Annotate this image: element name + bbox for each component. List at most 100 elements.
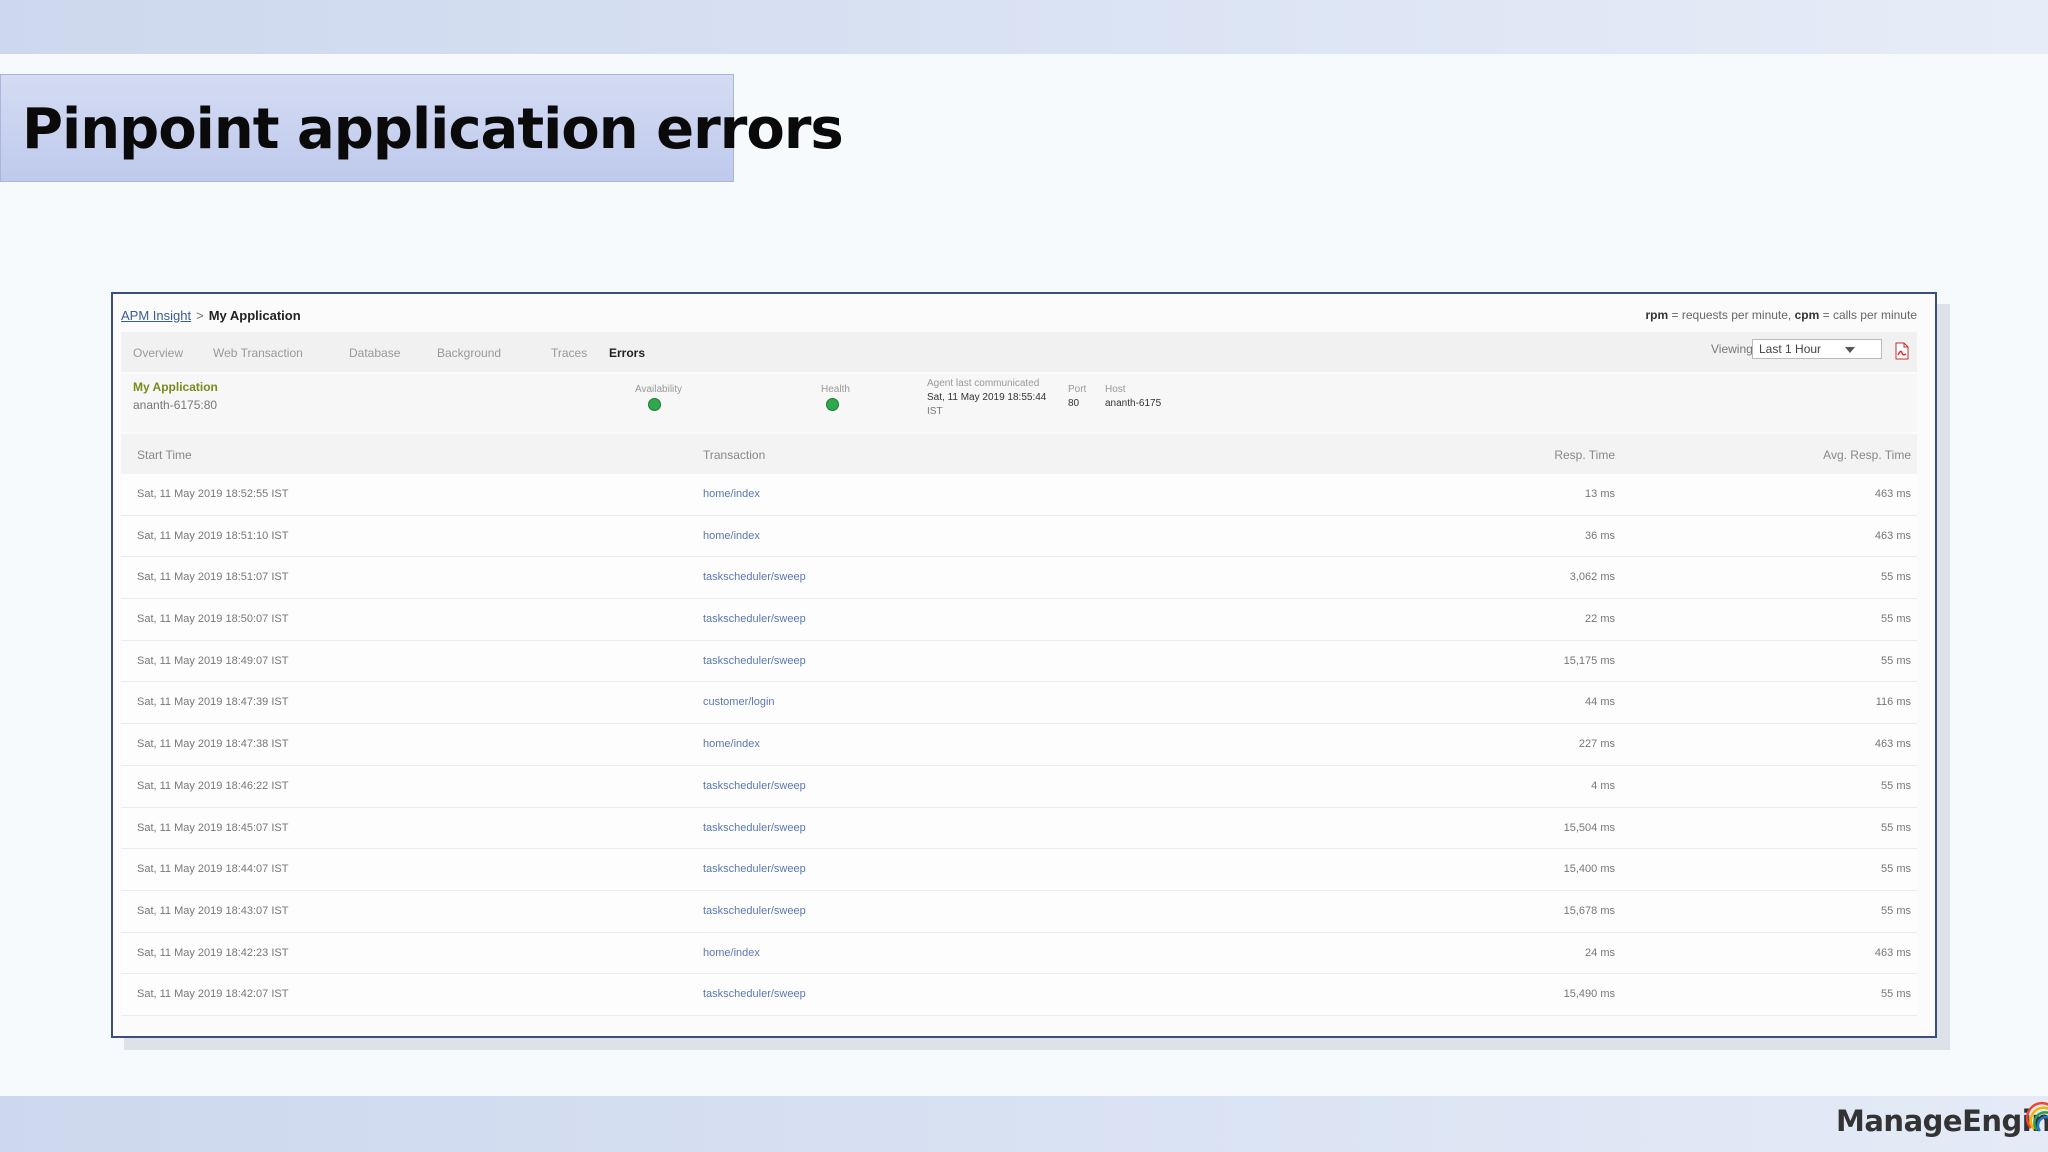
row-transaction-link[interactable]: customer/login bbox=[703, 696, 775, 708]
row-resp-time: 24 ms bbox=[1585, 946, 1615, 959]
legend-cpm-text: = calls per minute bbox=[1819, 308, 1917, 322]
chevron-down-icon bbox=[1845, 347, 1855, 353]
availability-label: Availability bbox=[635, 384, 683, 395]
tab-database[interactable]: Database bbox=[349, 346, 400, 360]
row-start-time: Sat, 11 May 2019 18:44:07 IST bbox=[137, 863, 289, 876]
table-row[interactable]: Sat, 11 May 2019 18:42:23 IST home/index 2… bbox=[121, 932, 1917, 975]
row-avg-resp-time: 55 ms bbox=[1881, 779, 1911, 792]
breadcrumb-root-link[interactable]: APM Insight bbox=[121, 308, 191, 323]
row-avg-resp-time: 55 ms bbox=[1881, 571, 1911, 584]
row-start-time: Sat, 11 May 2019 18:47:38 IST bbox=[137, 738, 289, 751]
breadcrumb-separator: > bbox=[196, 308, 204, 323]
apm-screenshot: APM Insight > My Application rpm = request… bbox=[111, 292, 1937, 1038]
row-start-time: Sat, 11 May 2019 18:43:07 IST bbox=[137, 904, 289, 917]
row-transaction-link[interactable]: home/index bbox=[703, 488, 760, 500]
tab-web-transaction[interactable]: Web Transaction bbox=[213, 346, 303, 360]
row-transaction-link[interactable]: taskscheduler/sweep bbox=[703, 905, 806, 917]
row-avg-resp-time: 55 ms bbox=[1881, 654, 1911, 667]
top-band bbox=[0, 0, 2048, 54]
table-row[interactable]: Sat, 11 May 2019 18:51:10 IST home/index 3… bbox=[121, 515, 1917, 558]
time-range-value: Last 1 Hour bbox=[1759, 342, 1822, 356]
row-start-time: Sat, 11 May 2019 18:46:22 IST bbox=[137, 779, 289, 792]
table-row[interactable]: Sat, 11 May 2019 18:49:07 IST taskschedul… bbox=[121, 640, 1917, 683]
table-row[interactable]: Sat, 11 May 2019 18:42:07 IST taskschedul… bbox=[121, 974, 1917, 1016]
column-avg-resp-time[interactable]: Avg. Resp. Time bbox=[1823, 448, 1911, 462]
bottom-band bbox=[0, 1096, 2048, 1152]
row-avg-resp-time: 463 ms bbox=[1874, 946, 1911, 959]
health-label: Health bbox=[821, 384, 850, 395]
row-avg-resp-time: 55 ms bbox=[1881, 863, 1911, 876]
errors-table-body: Sat, 11 May 2019 18:52:55 IST home/index 1… bbox=[121, 474, 1917, 1016]
table-row[interactable]: Sat, 11 May 2019 18:45:07 IST taskschedul… bbox=[121, 807, 1917, 850]
table-row[interactable]: Sat, 11 May 2019 18:47:38 IST home/index 2… bbox=[121, 724, 1917, 766]
agent-last-communicated-tz: IST bbox=[927, 406, 943, 417]
application-host-port: ananth-6175:80 bbox=[133, 398, 218, 412]
row-transaction-link[interactable]: taskscheduler/sweep bbox=[703, 780, 806, 792]
row-resp-time: 15,504 ms bbox=[1563, 821, 1615, 834]
row-avg-resp-time: 55 ms bbox=[1881, 904, 1911, 917]
row-resp-time: 15,400 ms bbox=[1563, 863, 1615, 876]
row-resp-time: 44 ms bbox=[1585, 696, 1615, 709]
row-resp-time: 15,175 ms bbox=[1563, 654, 1615, 667]
row-resp-time: 22 ms bbox=[1585, 613, 1615, 626]
host-label: Host bbox=[1105, 384, 1126, 395]
row-start-time: Sat, 11 May 2019 18:45:07 IST bbox=[137, 821, 289, 834]
row-transaction-link[interactable]: taskscheduler/sweep bbox=[703, 571, 806, 583]
brand-arc-icon bbox=[2025, 1101, 2048, 1132]
table-row[interactable]: Sat, 11 May 2019 18:44:07 IST taskschedul… bbox=[121, 849, 1917, 891]
row-transaction-link[interactable]: taskscheduler/sweep bbox=[703, 613, 806, 625]
column-transaction[interactable]: Transaction bbox=[703, 448, 765, 462]
row-avg-resp-time: 55 ms bbox=[1881, 988, 1911, 1001]
row-resp-time: 15,490 ms bbox=[1563, 988, 1615, 1001]
breadcrumb-current: My Application bbox=[208, 308, 301, 323]
port-value: 80 bbox=[1068, 398, 1080, 409]
row-avg-resp-time: 463 ms bbox=[1874, 738, 1911, 751]
row-avg-resp-time: 55 ms bbox=[1881, 821, 1911, 834]
rpm-cpm-legend: rpm = requests per minute, cpm = calls p… bbox=[1646, 308, 1917, 322]
table-row[interactable]: Sat, 11 May 2019 18:43:07 IST taskschedul… bbox=[121, 890, 1917, 933]
table-row[interactable]: Sat, 11 May 2019 18:47:39 IST customer/lo… bbox=[121, 682, 1917, 725]
tab-traces[interactable]: Traces bbox=[551, 346, 587, 360]
row-resp-time: 13 ms bbox=[1585, 488, 1615, 500]
row-transaction-link[interactable]: home/index bbox=[703, 530, 760, 542]
row-resp-time: 36 ms bbox=[1585, 529, 1615, 542]
row-start-time: Sat, 11 May 2019 18:42:07 IST bbox=[137, 988, 289, 1001]
table-row[interactable]: Sat, 11 May 2019 18:50:07 IST taskschedul… bbox=[121, 599, 1917, 641]
row-avg-resp-time: 463 ms bbox=[1874, 488, 1911, 500]
column-start-time[interactable]: Start Time bbox=[137, 448, 192, 462]
row-start-time: Sat, 11 May 2019 18:42:23 IST bbox=[137, 946, 289, 959]
row-start-time: Sat, 11 May 2019 18:51:07 IST bbox=[137, 571, 289, 584]
tab-background[interactable]: Background bbox=[437, 346, 501, 360]
slide-title-box: Pinpoint application errors bbox=[0, 74, 844, 182]
row-avg-resp-time: 463 ms bbox=[1874, 529, 1911, 542]
tab-errors[interactable]: Errors bbox=[609, 346, 645, 360]
legend-rpm-key: rpm bbox=[1645, 308, 1669, 322]
row-resp-time: 15,678 ms bbox=[1563, 904, 1615, 917]
pdf-export-icon[interactable] bbox=[1895, 342, 1909, 360]
row-transaction-link[interactable]: home/index bbox=[703, 947, 760, 959]
row-transaction-link[interactable]: taskscheduler/sweep bbox=[703, 655, 806, 667]
row-transaction-link[interactable]: taskscheduler/sweep bbox=[703, 822, 806, 834]
agent-last-communicated-label: Agent last communicated bbox=[927, 378, 1040, 389]
row-resp-time: 4 ms bbox=[1591, 779, 1615, 792]
row-start-time: Sat, 11 May 2019 18:52:55 IST bbox=[137, 488, 289, 500]
port-label: Port bbox=[1068, 384, 1087, 395]
row-start-time: Sat, 11 May 2019 18:50:07 IST bbox=[137, 613, 289, 626]
health-status-icon bbox=[826, 398, 839, 411]
row-avg-resp-time: 55 ms bbox=[1881, 613, 1911, 626]
row-transaction-link[interactable]: taskscheduler/sweep bbox=[703, 863, 806, 875]
time-range-select[interactable]: Last 1 Hour bbox=[1752, 339, 1882, 359]
brand-name: ManageEngine bbox=[1836, 1104, 2048, 1138]
manageengine-logo: ManageEngine bbox=[1836, 1101, 2048, 1144]
tab-overview[interactable]: Overview bbox=[133, 346, 183, 360]
row-transaction-link[interactable]: taskscheduler/sweep bbox=[703, 988, 806, 1000]
application-name: My Application bbox=[133, 380, 218, 394]
table-row[interactable]: Sat, 11 May 2019 18:52:55 IST home/index 1… bbox=[121, 474, 1917, 516]
table-row[interactable]: Sat, 11 May 2019 18:46:22 IST taskschedul… bbox=[121, 765, 1917, 808]
row-transaction-link[interactable]: home/index bbox=[703, 738, 760, 750]
legend-cpm-key: cpm bbox=[1794, 308, 1820, 322]
table-row[interactable]: Sat, 11 May 2019 18:51:07 IST taskschedul… bbox=[121, 557, 1917, 600]
agent-last-communicated-value: Sat, 11 May 2019 18:55:44 bbox=[927, 392, 1047, 403]
row-start-time: Sat, 11 May 2019 18:49:07 IST bbox=[137, 654, 289, 667]
column-resp-time[interactable]: Resp. Time bbox=[1554, 448, 1615, 462]
